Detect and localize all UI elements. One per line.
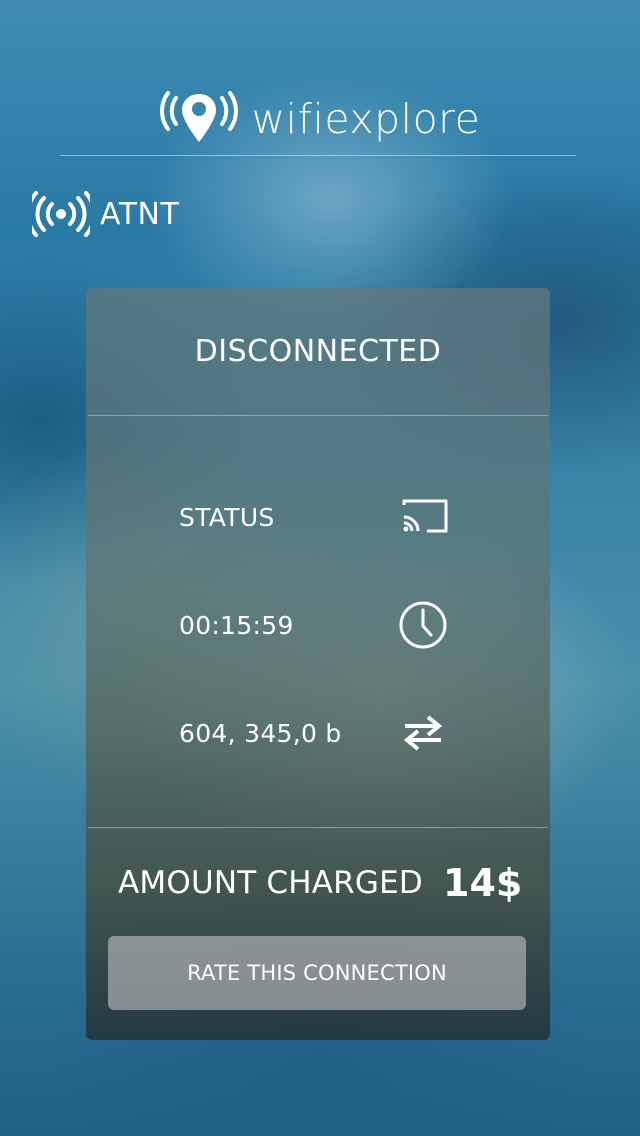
connection-state: DISCONNECTED	[194, 334, 442, 369]
transfer-arrows-icon	[403, 715, 443, 751]
status-label: STATUS	[179, 502, 275, 532]
card-divider-bottom	[88, 827, 548, 828]
status-row: STATUS	[179, 490, 449, 544]
header-divider	[60, 155, 576, 156]
app-header: wifiexplore	[0, 88, 640, 150]
amount-charged-value: 14$	[443, 861, 523, 905]
network-name-row: ATNT	[32, 191, 179, 237]
clock-icon	[399, 601, 447, 649]
card-divider-top	[88, 415, 548, 416]
amount-charged-row: AMOUNT CHARGED 14$	[118, 853, 522, 913]
location-pin-wifi-icon	[159, 91, 238, 142]
rate-connection-button[interactable]: RATE THIS CONNECTION	[108, 936, 526, 1010]
wifi-signal-icon	[32, 191, 90, 237]
network-name: ATNT	[100, 196, 180, 232]
amount-charged-label: AMOUNT CHARGED	[118, 865, 424, 901]
duration-row: 00:15:59	[179, 598, 449, 652]
duration-label: 00:15:59	[179, 610, 294, 640]
data-usage-row: 604, 345,0 b	[179, 706, 449, 760]
connection-card: DISCONNECTED STATUS 00:15:59 604, 345,0 …	[86, 288, 550, 1040]
data-usage-label: 604, 345,0 b	[179, 718, 342, 748]
cast-icon	[402, 499, 448, 533]
app-title: wifiexplore	[251, 94, 481, 143]
